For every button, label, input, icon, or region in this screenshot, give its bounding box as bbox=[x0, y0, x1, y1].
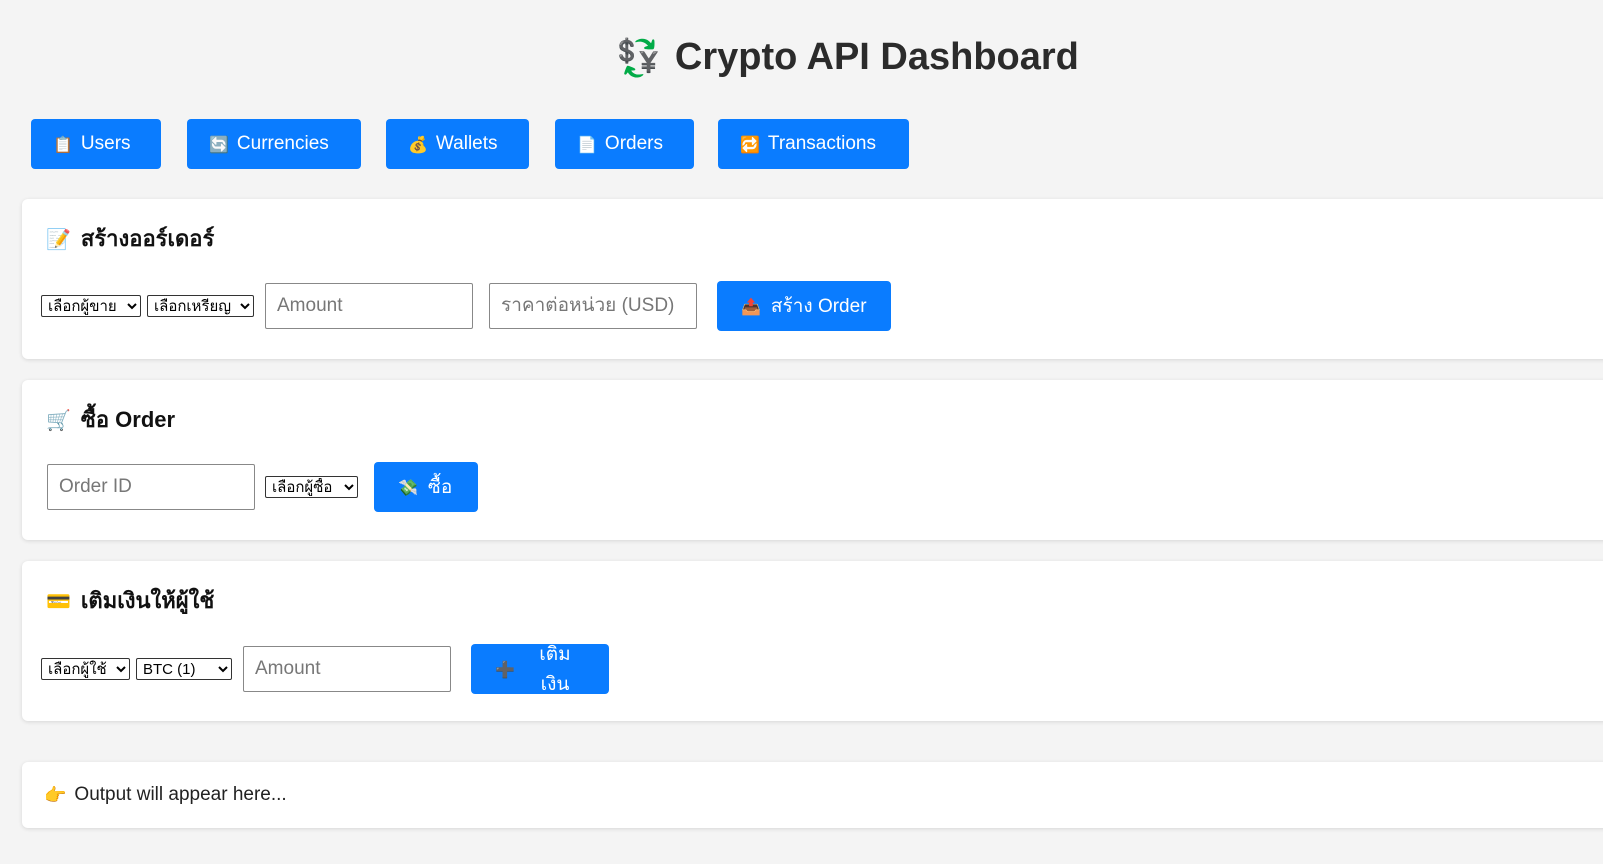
topup-button-label: เติมเงิน bbox=[539, 644, 571, 695]
create-order-title: 📝 สร้างออร์เดอร์ bbox=[46, 221, 214, 256]
nav-users-label: Users bbox=[80, 133, 131, 154]
topup-title: 💳 เติมเงินให้ผู้ใช้ bbox=[46, 583, 214, 618]
money-wings-icon: 💸 bbox=[398, 477, 418, 497]
create-order-card: 📝 สร้างออร์เดอร์ เลือกผู้ขาย เลือกเหรียญ… bbox=[22, 199, 1603, 359]
memo-icon: 📝 bbox=[46, 226, 71, 251]
nav-wallets-label: Wallets bbox=[435, 133, 498, 154]
output-text: Output will appear here... bbox=[74, 784, 287, 805]
repeat-icon: 🔁 bbox=[740, 134, 760, 154]
create-order-button-label: สร้าง Order bbox=[770, 296, 867, 317]
create-order-title-text: สร้างออร์เดอร์ bbox=[80, 226, 215, 251]
money-bag-icon: 💰 bbox=[408, 134, 428, 154]
seller-select[interactable]: เลือกผู้ขาย bbox=[41, 295, 141, 317]
shopping-cart-icon: 🛒 bbox=[46, 407, 71, 432]
nav-currencies-button[interactable]: 🔄 Currencies bbox=[187, 119, 361, 169]
user-select[interactable]: เลือกผู้ใช้ bbox=[41, 658, 130, 680]
buy-order-card: 🛒 ซื้อ Order เลือกผู้ซื้อ 💸 ซื้อ bbox=[22, 380, 1603, 540]
clipboard-icon: 📋 bbox=[53, 134, 73, 154]
topup-card: 💳 เติมเงินให้ผู้ใช้ เลือกผู้ใช้ BTC (1) … bbox=[22, 561, 1603, 721]
currency-exchange-icon: 💱 bbox=[616, 37, 661, 79]
pointing-hand-icon: 👉 bbox=[44, 784, 67, 806]
buy-button[interactable]: 💸 ซื้อ bbox=[374, 462, 478, 512]
order-amount-input[interactable] bbox=[265, 283, 473, 329]
buyer-select[interactable]: เลือกผู้ซื้อ bbox=[265, 476, 358, 498]
buy-order-form: เลือกผู้ซื้อ 💸 ซื้อ bbox=[47, 462, 478, 512]
nav-bar: 📋 Users 🔄 Currencies 💰 Wallets 📄 Orders … bbox=[31, 119, 909, 169]
page-title-text: Crypto API Dashboard bbox=[674, 36, 1079, 78]
nav-transactions-label: Transactions bbox=[767, 133, 876, 154]
nav-orders-button[interactable]: 📄 Orders bbox=[555, 119, 694, 169]
nav-currencies-label: Currencies bbox=[236, 133, 329, 154]
currency-select[interactable]: BTC (1) bbox=[136, 658, 232, 680]
create-order-form: เลือกผู้ขาย เลือกเหรียญ 📤 สร้าง Order bbox=[41, 281, 891, 331]
price-per-unit-input[interactable] bbox=[489, 283, 697, 329]
buy-button-label: ซื้อ bbox=[427, 477, 453, 498]
nav-wallets-button[interactable]: 💰 Wallets bbox=[386, 119, 529, 169]
buy-order-title-text: ซื้อ Order bbox=[80, 407, 176, 432]
topup-button[interactable]: ➕ เติมเงิน bbox=[471, 644, 609, 695]
topup-title-text: เติมเงินให้ผู้ใช้ bbox=[80, 588, 215, 613]
nav-transactions-button[interactable]: 🔁 Transactions bbox=[718, 119, 909, 169]
coin-select[interactable]: เลือกเหรียญ bbox=[147, 295, 254, 317]
page-title: 💱 Crypto API Dashboard bbox=[0, 36, 1603, 79]
refresh-icon: 🔄 bbox=[209, 134, 229, 154]
nav-orders-label: Orders bbox=[604, 133, 663, 154]
output-panel: 👉 Output will appear here... bbox=[22, 762, 1603, 828]
document-icon: 📄 bbox=[577, 134, 597, 154]
create-order-button[interactable]: 📤 สร้าง Order bbox=[717, 281, 891, 331]
credit-card-icon: 💳 bbox=[46, 588, 71, 613]
order-id-input[interactable] bbox=[47, 464, 255, 510]
outbox-icon: 📤 bbox=[741, 296, 761, 316]
topup-form: เลือกผู้ใช้ BTC (1) ➕ เติมเงิน bbox=[41, 644, 609, 695]
nav-users-button[interactable]: 📋 Users bbox=[31, 119, 161, 169]
buy-order-title: 🛒 ซื้อ Order bbox=[46, 402, 175, 437]
topup-amount-input[interactable] bbox=[243, 646, 451, 692]
plus-icon: ➕ bbox=[495, 659, 515, 679]
